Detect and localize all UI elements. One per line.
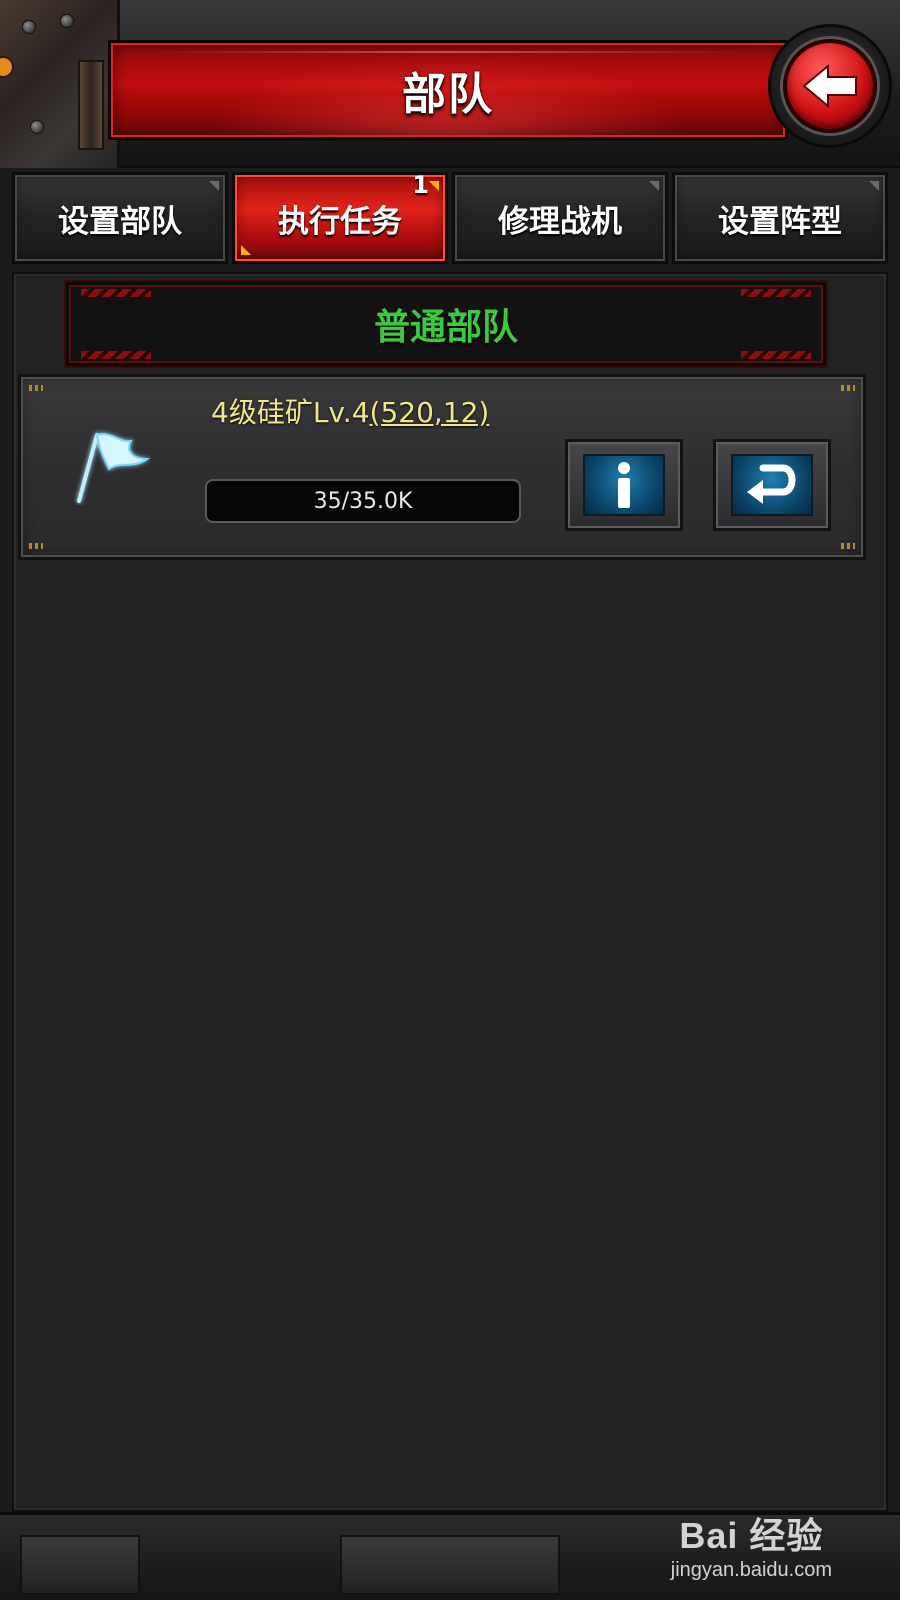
tab-set-formation[interactable]: 设置阵型 — [672, 172, 888, 264]
section-header: 普通部队 — [66, 282, 826, 366]
title-banner: 部队 — [108, 40, 788, 140]
tab-label: 执行任务 — [278, 203, 402, 240]
tab-execute-mission[interactable]: 执行任务 1 — [232, 171, 448, 264]
bolt-icon — [22, 20, 36, 34]
tab-bar: 设置部队 执行任务 1 修理战机 设置阵型 — [12, 171, 888, 268]
task-progress-bar: 35/35.0K — [205, 479, 521, 523]
progress-text: 35/35.0K — [313, 488, 413, 514]
tab-repair-fighters[interactable]: 修理战机 — [452, 172, 668, 264]
top-header: 部队 — [0, 0, 900, 168]
section-title: 普通部队 — [373, 307, 518, 348]
flag-icon — [77, 433, 151, 503]
back-button-holder — [768, 24, 892, 148]
return-icon — [747, 464, 796, 504]
bolt-icon — [30, 120, 44, 134]
watermark-url: jingyan.baidu.com — [670, 1559, 832, 1581]
task-name: 4级硅矿Lv.4(520,12) — [211, 391, 489, 431]
watermark-logo: Bai 经验 — [679, 1515, 824, 1556]
content-panel: 普通部队 4级硅矿Lv.4(520,12) 35/35.0K — [12, 272, 888, 1512]
corner-decoration — [29, 385, 43, 391]
footer-plate — [340, 1535, 560, 1595]
bolt-icon — [60, 14, 74, 28]
baidu-watermark: Bai 经验 jingyan.baidu.com — [671, 1507, 832, 1582]
info-button[interactable] — [565, 439, 683, 531]
tab-set-troops[interactable]: 设置部队 — [12, 172, 228, 264]
back-arrow-icon — [802, 63, 857, 109]
mission-count-badge: 1 — [412, 171, 429, 199]
stripe-decoration — [81, 289, 151, 297]
task-coordinates-link[interactable]: (520,12) — [370, 396, 490, 429]
task-target: 4级硅矿Lv.4 — [211, 396, 370, 429]
tab-label: 设置阵型 — [718, 203, 842, 240]
tab-label: 修理战机 — [498, 203, 622, 240]
info-icon — [618, 462, 630, 508]
info-button-face — [583, 454, 665, 516]
pipe-decoration — [78, 60, 104, 150]
corner-decoration — [841, 385, 855, 391]
stripe-decoration — [81, 351, 151, 359]
footer-plate — [20, 1535, 140, 1595]
stripe-decoration — [741, 351, 811, 359]
notification-dot-icon — [0, 56, 14, 78]
return-button-face — [731, 454, 813, 516]
task-card: 4级硅矿Lv.4(520,12) 35/35.0K — [18, 374, 866, 560]
corner-decoration — [841, 543, 855, 549]
return-button[interactable] — [713, 439, 831, 531]
header-left-decoration — [0, 0, 120, 168]
back-button[interactable] — [783, 39, 877, 133]
stripe-decoration — [741, 289, 811, 297]
page-title: 部队 — [402, 69, 494, 120]
bottom-frame: Bai 经验 jingyan.baidu.com — [0, 1512, 900, 1600]
tab-label: 设置部队 — [58, 203, 182, 240]
corner-decoration — [29, 543, 43, 549]
